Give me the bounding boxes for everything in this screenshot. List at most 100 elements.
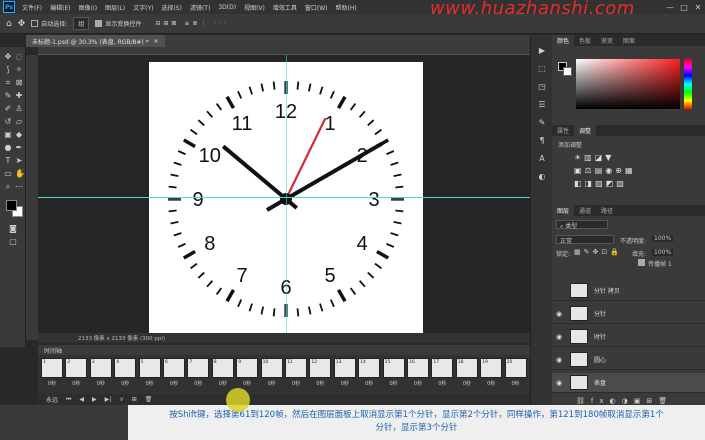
menu-type[interactable]: 文字(Y) [129,3,157,12]
frame-delay[interactable]: 0秒 [163,380,185,387]
layer-row[interactable]: ◉ 圆心 [552,350,705,370]
bg-color-chip[interactable] [563,67,572,76]
history-panel-icon[interactable]: ▶ [538,47,546,55]
timeline-frame[interactable]: 7 0秒 [187,358,210,390]
timeline-frame[interactable]: 14 0秒 [358,358,381,390]
frame-delay[interactable]: 0秒 [407,380,429,387]
visibility-eye-icon[interactable]: ◉ [552,379,566,387]
timeline-frame[interactable]: 5 0秒 [138,358,161,390]
timeline-frame[interactable]: 3 0秒 [89,358,112,390]
hand-tool-icon[interactable]: ✋ [15,170,25,178]
blend-mode-select[interactable]: 正常 [556,235,614,245]
move-tool-icon[interactable]: ✥ [4,53,12,61]
timeline-frame[interactable]: 13 0秒 [333,358,356,390]
show-transform-option[interactable]: 显示变换控件 [95,19,141,28]
maximize-button[interactable]: □ [677,3,691,12]
menu-3d[interactable]: 3D(D) [214,4,240,11]
auto-select-checkbox[interactable] [31,20,39,27]
frame-delay[interactable]: 0秒 [90,380,112,387]
menu-window[interactable]: 窗口(W) [301,3,332,12]
home-icon[interactable]: ⌂ [6,19,12,29]
frame-delay[interactable]: 0秒 [285,380,307,387]
menu-plugins[interactable]: 增效工具 [269,3,301,12]
frame-delay[interactable]: 0秒 [236,380,258,387]
loop-select[interactable]: 永远 [46,395,58,404]
lasso-tool-icon[interactable]: ⟆ [4,66,12,74]
prev-frame-icon[interactable]: ◀ [79,396,84,403]
frame-delay[interactable]: 0秒 [431,380,453,387]
layer-row[interactable]: ◉ 时针 [552,327,705,347]
menu-filter[interactable]: 滤镜(T) [186,3,214,12]
timeline-frame[interactable]: 15 0秒 [382,358,405,390]
adjustment-icons[interactable]: ☀▥◪▼ ▣⚖▤◉⊕▦ ◧◨▨◩▧ [574,151,644,190]
timeline-frame[interactable]: 18 0秒 [455,358,478,390]
menu-view[interactable]: 视图(V) [240,3,269,12]
play-icon[interactable]: ▶ [92,396,97,403]
tab-gradients[interactable]: 渐变 [596,36,618,45]
frame-delay[interactable]: 0秒 [334,380,356,387]
timeline-frame[interactable]: 19 0秒 [480,358,503,390]
frame-delay[interactable]: 0秒 [139,380,161,387]
tween-icon[interactable]: ⋎ [119,396,123,403]
properties-panel-icon[interactable]: ☰ [538,101,546,109]
layer-panel-footer-icons[interactable]: ⛓fx◐◑▣⊞🗑 [576,397,673,405]
timeline-frame[interactable]: 2 0秒 [65,358,88,390]
close-tab-icon[interactable]: × [154,38,159,45]
frame-delay[interactable]: 0秒 [456,380,478,387]
eyedropper-icon[interactable]: ✎ [4,92,12,100]
timeline-frame[interactable]: 20 0秒 [504,358,527,390]
frame-delay[interactable]: 0秒 [65,380,87,387]
new-frame-icon[interactable]: ⊞ [132,396,137,403]
next-frame-icon[interactable]: ▶| [105,396,112,403]
move-tool-icon[interactable]: ✥ [18,19,26,29]
type-tool-icon[interactable]: T [4,157,12,165]
stamp-tool-icon[interactable]: ♙ [15,105,23,113]
document-tab[interactable]: 未标题-1.psd @ 30.3% (表盘, RGB/8#) * × [26,35,165,47]
gradient-tool-icon[interactable]: ▣ [4,131,12,139]
pen-tool-icon[interactable]: ✒ [15,144,23,152]
auto-select-option[interactable]: 自动选择: [31,19,67,28]
layer-row[interactable]: ◉ 分针 [552,304,705,324]
zoom-tool-icon[interactable]: ⌕ [4,183,12,191]
layer-row[interactable]: 分针 拷贝 [552,281,705,301]
dodge-tool-icon[interactable]: ● [4,144,12,152]
tab-properties[interactable]: 属性 [552,126,574,135]
frame-delay[interactable]: 0秒 [480,380,502,387]
fill-input[interactable]: 100% [652,249,674,256]
more-tools-icon[interactable]: ⋯ [15,183,23,191]
menu-image[interactable]: 图像(I) [75,3,101,12]
background-color-swatch[interactable] [6,200,17,211]
layer-row[interactable]: ◉ 表盘 [552,373,705,393]
timeline-frame[interactable]: 17 0秒 [431,358,454,390]
lock-icons[interactable]: ▦✎✥⊡🔒 [574,248,622,256]
menu-select[interactable]: 选择(S) [157,3,186,12]
tab-patterns[interactable]: 图案 [618,36,640,45]
frame-delay[interactable]: 0秒 [383,380,405,387]
brush-tool-icon[interactable]: ✐ [4,105,12,113]
timeline-frame[interactable]: 11 0秒 [285,358,307,390]
first-frame-icon[interactable]: ⏮ [66,396,71,404]
timeline-frame[interactable]: 16 0秒 [407,358,429,390]
healing-brush-icon[interactable]: ✚ [15,92,23,100]
frame-delay[interactable]: 0秒 [114,380,136,387]
frame-delay[interactable]: 0秒 [261,380,283,387]
crop-tool-icon[interactable]: ⌗ [4,79,12,87]
path-select-icon[interactable]: ➤ [15,157,23,165]
timeline-frame[interactable]: 9 0秒 [236,358,259,390]
timeline-frame[interactable]: 8 0秒 [211,358,234,390]
close-window-button[interactable]: ✕ [691,3,705,12]
tab-channels[interactable]: 通道 [574,206,596,215]
auto-select-dropdown[interactable]: 组 [73,17,90,30]
screen-mode-icon[interactable]: ▢ [9,238,17,246]
propagate-frame-option[interactable]: 传播帧 1 [638,259,672,268]
brush-panel-icon[interactable]: ✎ [538,119,546,127]
tab-color[interactable]: 颜色 [552,35,575,46]
frame-delay[interactable]: 0秒 [212,380,234,387]
color-picker-field[interactable] [576,59,680,109]
quick-mask-icon[interactable]: ◙ [9,225,17,233]
timeline-frame[interactable]: 10 0秒 [260,358,283,390]
timeline-frame[interactable]: 6 0秒 [163,358,185,390]
show-transform-checkbox[interactable] [95,20,103,27]
tab-layers[interactable]: 图层 [552,205,575,216]
menu-edit[interactable]: 编辑(E) [46,3,74,12]
